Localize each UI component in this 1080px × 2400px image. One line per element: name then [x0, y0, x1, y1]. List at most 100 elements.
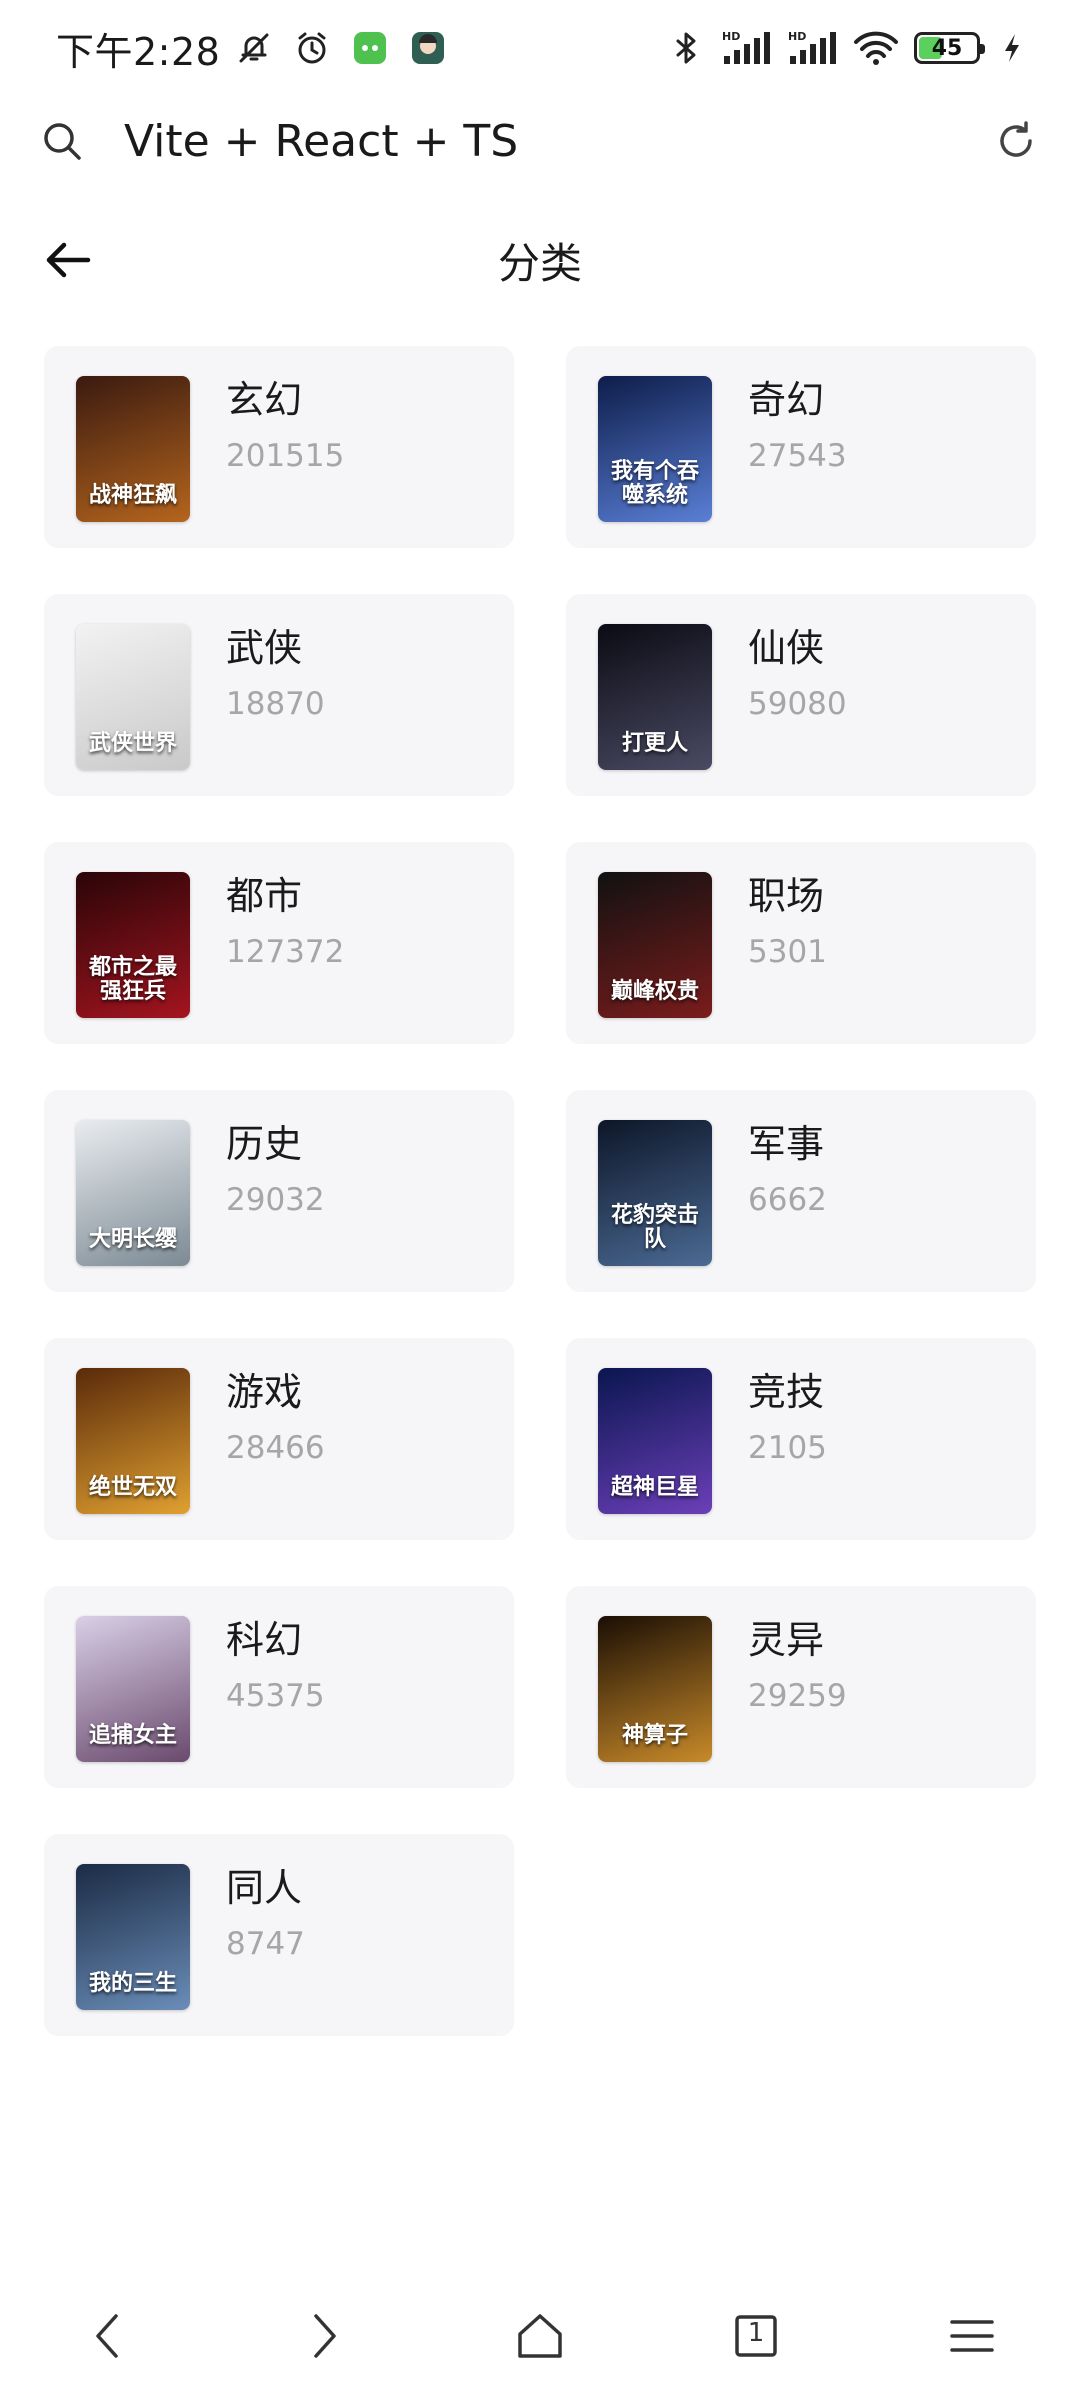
status-bar: 下午2:28 HD HD 45: [0, 0, 1080, 96]
status-right-icons: HD HD 45: [666, 28, 1024, 68]
category-info: 职场 5301: [748, 872, 827, 970]
app-notification-icon: [350, 28, 390, 68]
category-info: 武侠 18870: [226, 624, 325, 722]
forward-icon[interactable]: [284, 2296, 364, 2376]
category-info: 历史 29032: [226, 1120, 325, 1218]
signal-hd-icon: HD: [720, 28, 772, 68]
category-name: 玄幻: [226, 378, 303, 422]
cover-title: 追捕女主: [88, 1722, 177, 1748]
category-info: 仙侠 59080: [748, 624, 847, 722]
bell-off-icon: [234, 28, 274, 68]
search-icon[interactable]: [40, 119, 84, 163]
category-name: 灵异: [748, 1618, 825, 1662]
browser-address-bar[interactable]: Vite + React + TS: [0, 96, 1080, 186]
page: 下午2:28 HD HD 45 Vite + React + TS 分类 战神狂…: [0, 0, 1080, 2400]
category-name: 历史: [226, 1122, 303, 1166]
cover-title: 绝世无双: [88, 1474, 177, 1500]
bottom-navigation: 1: [0, 2286, 1080, 2386]
category-card[interactable]: 战神狂飙 玄幻 201515: [44, 346, 514, 548]
category-card[interactable]: 都市之最强狂兵 都市 127372: [44, 842, 514, 1044]
cover-title: 大明长缨: [88, 1226, 177, 1252]
cover-title: 打更人: [621, 730, 688, 756]
category-info: 都市 127372: [226, 872, 344, 970]
book-cover-image: 绝世无双: [76, 1368, 190, 1514]
category-count: 29259: [748, 1677, 847, 1714]
category-count: 6662: [748, 1181, 827, 1218]
cover-title: 花豹突击队: [610, 1202, 699, 1252]
book-cover-image: 追捕女主: [76, 1616, 190, 1762]
category-name: 武侠: [226, 626, 303, 670]
tabs-icon[interactable]: 1: [716, 2296, 796, 2376]
category-card[interactable]: 巅峰权贵 职场 5301: [566, 842, 1036, 1044]
category-count: 29032: [226, 1181, 325, 1218]
svg-text:HD: HD: [722, 30, 740, 43]
battery-icon: 45: [914, 32, 985, 64]
category-card[interactable]: 我有个吞噬系统 奇幻 27543: [566, 346, 1036, 548]
category-count: 201515: [226, 437, 345, 474]
arrow-left-icon: [46, 242, 91, 278]
status-time: 下午2:28: [56, 29, 221, 74]
category-card[interactable]: 打更人 仙侠 59080: [566, 594, 1036, 796]
category-card[interactable]: 绝世无双 游戏 28466: [44, 1338, 514, 1540]
category-info: 竞技 2105: [748, 1368, 827, 1466]
reload-icon[interactable]: [992, 117, 1040, 165]
category-card[interactable]: 追捕女主 科幻 45375: [44, 1586, 514, 1788]
category-info: 奇幻 27543: [748, 376, 847, 474]
category-name: 科幻: [226, 1618, 303, 1662]
cover-title: 武侠世界: [88, 730, 177, 756]
book-cover-image: 花豹突击队: [598, 1120, 712, 1266]
back-button[interactable]: [40, 232, 96, 288]
category-name: 仙侠: [748, 626, 825, 670]
category-info: 玄幻 201515: [226, 376, 344, 474]
wifi-icon: [852, 28, 900, 68]
book-cover-image: 神算子: [598, 1616, 712, 1762]
book-cover-image: 我有个吞噬系统: [598, 376, 712, 522]
category-name: 同人: [226, 1866, 303, 1910]
category-card[interactable]: 大明长缨 历史 29032: [44, 1090, 514, 1292]
category-name: 都市: [226, 874, 303, 918]
charging-icon: [1000, 28, 1024, 68]
cover-title: 我的三生: [88, 1970, 177, 1996]
tabs-count: 1: [747, 2318, 765, 2348]
category-grid: 战神狂飙 玄幻 201515 我有个吞噬系统 奇幻 27543 武侠世界 武侠 18870 打更人…: [44, 346, 1036, 2036]
cover-title: 超神巨星: [610, 1474, 699, 1500]
book-cover-image: 我的三生: [76, 1864, 190, 2010]
cover-title: 都市之最强狂兵: [88, 954, 177, 1004]
menu-icon[interactable]: [932, 2296, 1012, 2376]
category-count: 2105: [748, 1429, 827, 1466]
back-icon[interactable]: [68, 2296, 148, 2376]
book-cover-image: 巅峰权贵: [598, 872, 712, 1018]
category-card[interactable]: 花豹突击队 军事 6662: [566, 1090, 1036, 1292]
category-name: 职场: [748, 874, 825, 918]
category-info: 灵异 29259: [748, 1616, 847, 1714]
svg-text:HD: HD: [788, 30, 806, 43]
category-info: 军事 6662: [748, 1120, 827, 1218]
alarm-icon: [292, 28, 332, 68]
category-card[interactable]: 神算子 灵异 29259: [566, 1586, 1036, 1788]
category-count: 28466: [226, 1429, 325, 1466]
category-count: 5301: [748, 933, 827, 970]
category-info: 科幻 45375: [226, 1616, 325, 1714]
category-count: 27543: [748, 437, 847, 474]
category-card[interactable]: 超神巨星 竞技 2105: [566, 1338, 1036, 1540]
cover-title: 战神狂飙: [88, 482, 177, 508]
category-info: 同人 8747: [226, 1864, 305, 1962]
category-count: 59080: [748, 685, 847, 722]
book-cover-image: 大明长缨: [76, 1120, 190, 1266]
avatar-notification-icon: [408, 28, 448, 68]
category-card[interactable]: 武侠世界 武侠 18870: [44, 594, 514, 796]
category-name: 竞技: [748, 1370, 825, 1414]
page-header: 分类: [0, 210, 1080, 310]
home-icon[interactable]: [500, 2296, 580, 2376]
category-name: 游戏: [226, 1370, 303, 1414]
page-title: 分类: [497, 238, 582, 288]
cover-title: 巅峰权贵: [610, 978, 699, 1004]
category-info: 游戏 28466: [226, 1368, 325, 1466]
cover-title: 我有个吞噬系统: [610, 458, 699, 508]
category-card[interactable]: 我的三生 同人 8747: [44, 1834, 514, 2036]
category-count: 8747: [226, 1925, 305, 1962]
category-name: 军事: [748, 1122, 825, 1166]
category-count: 18870: [226, 685, 325, 722]
browser-url[interactable]: Vite + React + TS: [124, 116, 518, 167]
bluetooth-icon: [666, 28, 706, 68]
